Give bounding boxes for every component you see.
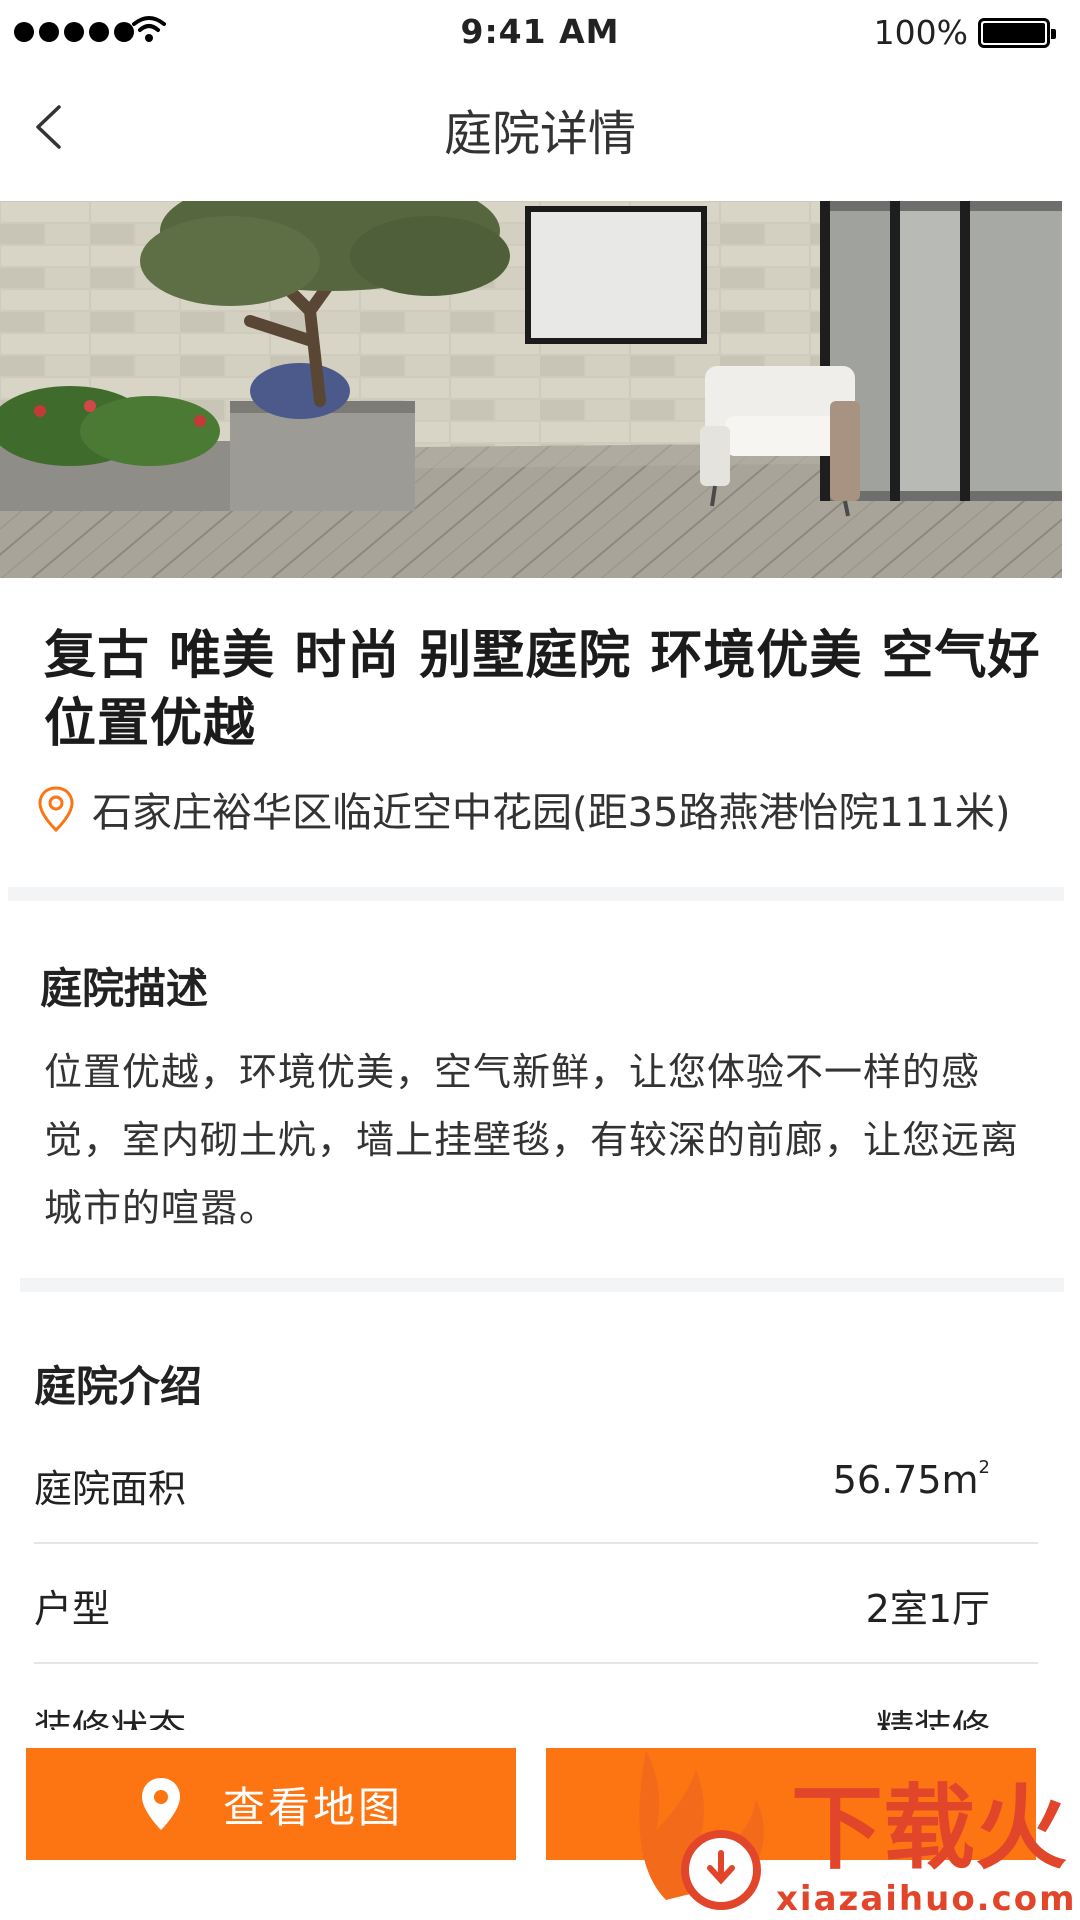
watermark-domain: xiazaihuo.com <box>776 1879 1077 1919</box>
battery-icon <box>978 18 1056 48</box>
intro-heading: 庭院介绍 <box>34 1362 203 1411</box>
map-pin-icon <box>141 1778 180 1830</box>
section-divider <box>8 887 1064 901</box>
courtyard-photo <box>0 201 1062 578</box>
location-pin-icon <box>38 786 74 833</box>
status-bar: 9:41 AM 100% <box>0 0 1080 64</box>
watermark-brand: 下载火 <box>791 1775 1067 1882</box>
view-map-button[interactable]: 查看地图 <box>26 1748 516 1860</box>
info-label: 户型 <box>34 1587 111 1631</box>
page-title: 庭院详情 <box>443 106 636 162</box>
info-value: 56.75m2 <box>832 1457 990 1502</box>
listing-title: 复古 唯美 时尚 别墅庭院 环境优美 空气好 位置优越 <box>44 626 1041 754</box>
info-value: 2室1厅 <box>865 1587 990 1631</box>
location-address: 石家庄裕华区临近空中花园(距35路燕港怡院111米) <box>92 790 1011 836</box>
description-heading: 庭院描述 <box>40 964 209 1013</box>
info-row-area: 庭院面积 56.75m2 <box>34 1424 1038 1544</box>
section-divider <box>20 1278 1064 1292</box>
info-row-layout: 户型 2室1厅 <box>34 1544 1038 1664</box>
view-map-label: 查看地图 <box>222 1782 403 1832</box>
battery-percent: 100% <box>873 13 968 52</box>
watermark-logo: 下载火 xiazaihuo.com <box>626 1710 1080 1920</box>
info-label: 庭院面积 <box>34 1467 187 1511</box>
location-row[interactable]: 石家庄裕华区临近空中花园(距35路燕港怡院111米) <box>36 780 1010 838</box>
description-text: 位置优越，环境优美，空气新鲜，让您体验不一样的感觉，室内砌土炕，墙上挂壁毯，有较… <box>44 1050 1020 1230</box>
nav-bar: 庭院详情 <box>0 64 1080 200</box>
